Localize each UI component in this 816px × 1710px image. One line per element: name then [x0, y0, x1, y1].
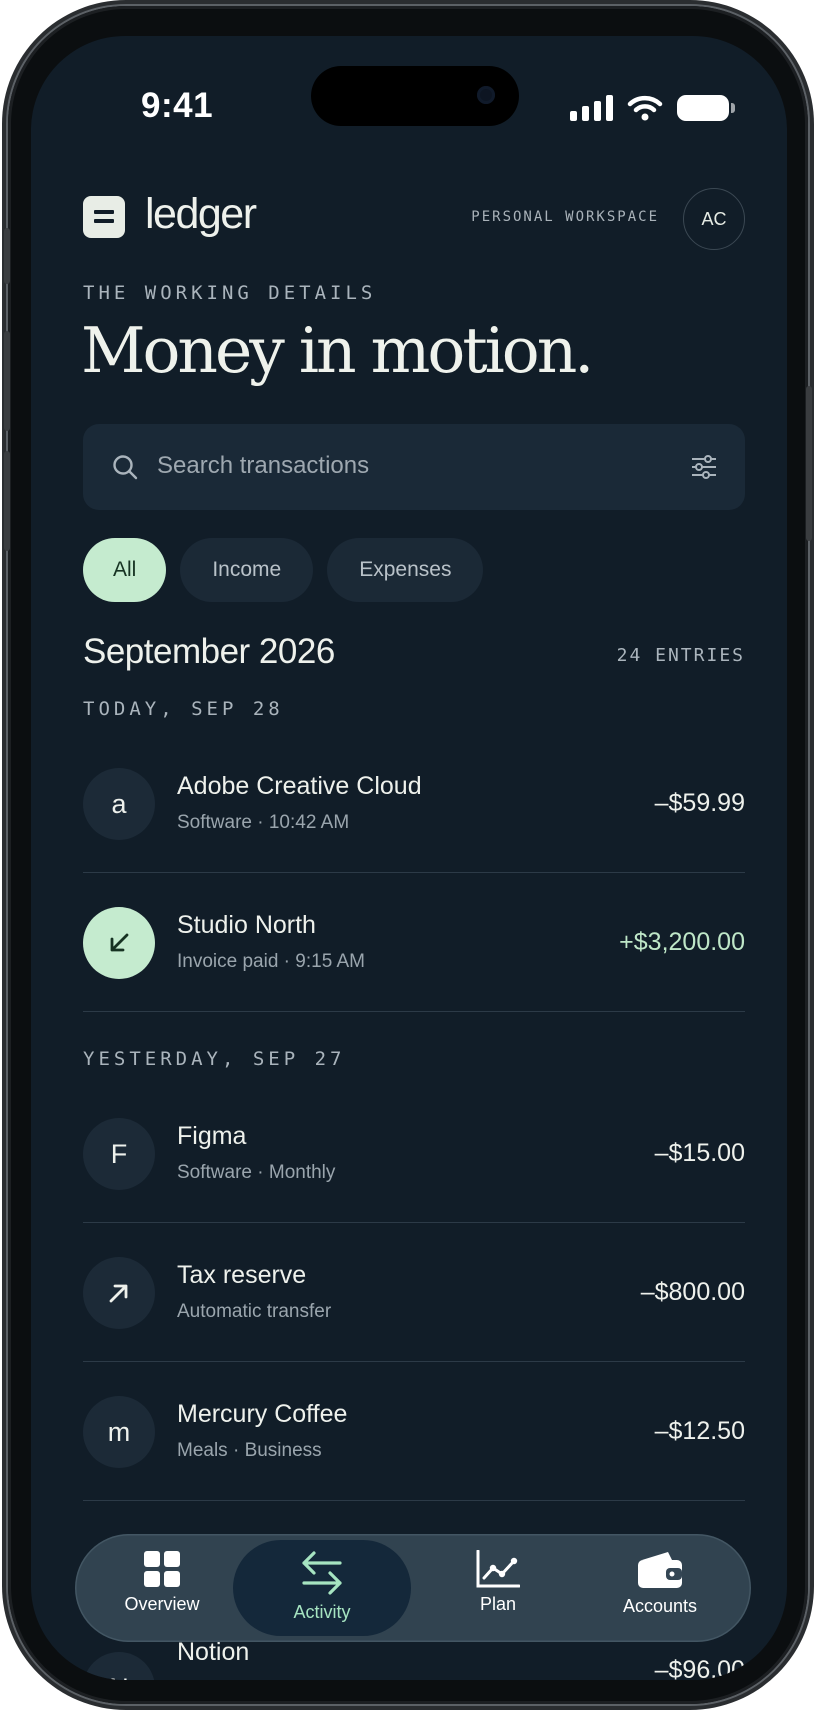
- wifi-icon: [627, 95, 663, 121]
- volume-up-button: [4, 331, 10, 431]
- transaction-meta: Software · Monthly: [177, 1162, 336, 1183]
- phone-frame: 9:41 ledger PERSONAL WORKSPACE AC THE WO…: [4, 6, 812, 1704]
- transaction-amount: –$12.50: [654, 1417, 745, 1445]
- day-header-yesterday: YESTERDAY, SEP 27: [83, 1048, 346, 1070]
- merchant-avatar: m: [83, 1396, 155, 1468]
- transaction-amount: –$96.00: [654, 1656, 745, 1680]
- status-icons: [570, 94, 735, 122]
- camera-icon: [477, 86, 495, 104]
- transaction-name: Adobe Creative Cloud: [177, 772, 422, 800]
- ledger-logo-icon: [83, 196, 125, 238]
- volume-down-button: [4, 451, 10, 551]
- chart-line-icon: [476, 1550, 520, 1588]
- arrow-up-right-icon: [83, 1257, 155, 1329]
- search-icon: [113, 455, 138, 480]
- tab-label: Plan: [479, 1594, 517, 1614]
- search-input[interactable]: Search transactions: [157, 452, 369, 480]
- transaction-amount: –$59.99: [654, 789, 745, 817]
- transaction-row[interactable]: a Adobe Creative Cloud Software · 10:42 …: [83, 734, 745, 873]
- merchant-avatar: a: [83, 768, 155, 840]
- status-time: 9:41: [141, 86, 214, 125]
- merchant-avatar: F: [83, 1118, 155, 1190]
- battery-icon: [677, 95, 735, 121]
- tab-label: Overview: [124, 1594, 200, 1614]
- eyebrow: THE WORKING DETAILS: [83, 282, 377, 304]
- transaction-meta: Automatic transfer: [177, 1301, 332, 1322]
- dynamic-island: [311, 66, 519, 126]
- transaction-amount: –$15.00: [654, 1139, 745, 1167]
- arrows-swap-icon: [302, 1551, 342, 1595]
- filter-chip-expenses[interactable]: Expenses: [327, 538, 484, 602]
- transaction-meta: Meals · Business: [177, 1440, 322, 1461]
- wallet-icon: [638, 1552, 682, 1588]
- logo-text: ledger: [145, 190, 257, 238]
- filter-chips: All Income Expenses: [83, 538, 484, 602]
- avatar[interactable]: AC: [683, 188, 745, 250]
- power-button: [806, 386, 812, 541]
- transaction-name: Figma: [177, 1122, 247, 1150]
- transaction-row[interactable]: F Figma Software · Monthly –$15.00: [83, 1084, 745, 1223]
- transaction-name: Mercury Coffee: [177, 1400, 348, 1428]
- transaction-meta: Software · 10:42 AM: [177, 812, 350, 833]
- transaction-amount: +$3,200.00: [619, 928, 745, 956]
- tab-label: Activity: [293, 1602, 351, 1622]
- transaction-meta: Invoice paid · 9:15 AM: [177, 951, 365, 972]
- action-button: [4, 228, 10, 284]
- transaction-name: Tax reserve: [177, 1261, 307, 1289]
- transaction-amount: –$800.00: [640, 1278, 745, 1306]
- tab-accounts[interactable]: Accounts: [579, 1534, 741, 1642]
- tab-plan[interactable]: Plan: [417, 1534, 579, 1642]
- tab-bar: Overview Activity Plan Accounts: [75, 1534, 751, 1642]
- filter-sliders-icon[interactable]: [691, 455, 717, 479]
- page-title: Money in motion.: [81, 314, 594, 387]
- transaction-row[interactable]: Studio North Invoice paid · 9:15 AM +$3,…: [83, 873, 745, 1012]
- arrow-down-left-icon: [83, 907, 155, 979]
- tab-label: Accounts: [622, 1596, 698, 1616]
- filter-chip-all[interactable]: All: [83, 538, 167, 602]
- transaction-row[interactable]: m Mercury Coffee Meals · Business –$12.5…: [83, 1362, 745, 1501]
- month-title: September 2026: [83, 632, 335, 671]
- entries-count: 24 ENTRIES: [616, 645, 745, 666]
- transaction-name: Studio North: [177, 911, 316, 939]
- search-bar[interactable]: Search transactions: [83, 424, 745, 510]
- tab-overview[interactable]: Overview: [81, 1534, 243, 1642]
- tab-activity[interactable]: Activity: [233, 1540, 411, 1636]
- app-screen: 9:41 ledger PERSONAL WORKSPACE AC THE WO…: [31, 36, 787, 1680]
- cellular-signal-icon: [570, 95, 613, 121]
- filter-chip-income[interactable]: Income: [180, 538, 314, 602]
- grid-icon: [144, 1551, 180, 1587]
- app-header: ledger PERSONAL WORKSPACE AC: [83, 184, 745, 250]
- transaction-name: Notion: [177, 1638, 250, 1666]
- merchant-avatar[interactable]: N: [83, 1652, 155, 1680]
- day-header-today: TODAY, SEP 28: [83, 698, 284, 720]
- workspace-label[interactable]: PERSONAL WORKSPACE: [471, 209, 659, 225]
- transaction-row[interactable]: Tax reserve Automatic transfer –$800.00: [83, 1223, 745, 1362]
